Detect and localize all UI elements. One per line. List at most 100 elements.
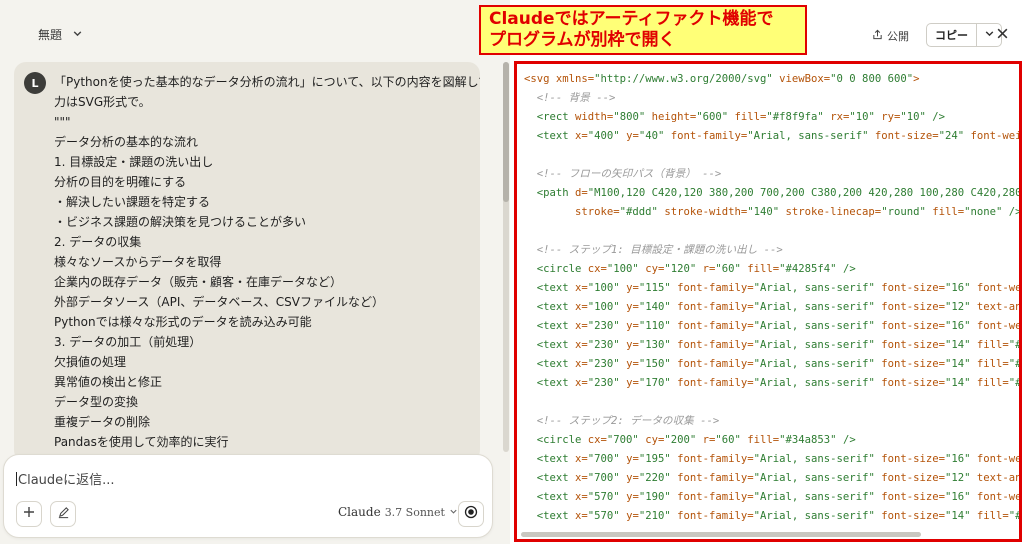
code-line bbox=[524, 146, 1019, 165]
code-token: /> bbox=[836, 434, 856, 446]
model-name: Claude bbox=[338, 505, 381, 519]
code-token: "220" bbox=[638, 472, 671, 484]
code-token: /> bbox=[925, 111, 946, 123]
message-line: 分析の目的を明確にする bbox=[54, 175, 187, 189]
code-token: "http://www.w3.org/2000/svg" bbox=[594, 73, 773, 85]
code-token: r= bbox=[696, 434, 716, 446]
avatar: L bbox=[24, 72, 46, 94]
code-token: "#555 bbox=[1008, 377, 1022, 389]
code-horizontal-scrollbar[interactable] bbox=[521, 532, 921, 537]
message-line: Pandasを使用して効率的に実行 bbox=[54, 435, 229, 449]
publish-button[interactable]: 公開 bbox=[872, 28, 909, 44]
message-line: ・ビジネス課題の解決策を見つけることが多い bbox=[54, 215, 307, 229]
share-icon bbox=[872, 29, 883, 43]
code-token: <text bbox=[524, 472, 576, 484]
code-token: "16" bbox=[945, 491, 971, 503]
tools-button[interactable] bbox=[50, 501, 76, 527]
code-token: text-ancho bbox=[976, 301, 1022, 313]
code-token: stroke-width= bbox=[657, 206, 748, 218]
message-line: ・解決したい課題を特定する bbox=[54, 195, 211, 209]
code-token: x= bbox=[575, 472, 588, 484]
code-token: "24" bbox=[938, 130, 965, 142]
reply-composer[interactable]: Claudeに返信... Claude 3.7 Sonnet bbox=[3, 454, 493, 538]
code-token: "#ddd" bbox=[619, 206, 658, 218]
code-token: height= bbox=[645, 111, 697, 123]
code-token: cx= bbox=[587, 263, 607, 275]
user-message: L 「Pythonを使った基本的なデータ分析の流れ」について、以下の内容を図解し… bbox=[14, 62, 480, 462]
code-token: font-weigh bbox=[976, 320, 1022, 332]
code-token: <text bbox=[524, 320, 576, 332]
pen-tool-icon bbox=[57, 506, 70, 523]
add-button[interactable] bbox=[16, 501, 42, 527]
code-token: fill= bbox=[740, 263, 780, 275]
code-token: "40" bbox=[638, 130, 665, 142]
code-token: font-family= bbox=[670, 358, 754, 370]
close-artifact-button[interactable] bbox=[996, 26, 1009, 44]
code-line: <circle cx="700" cy="200" r="60" fill="#… bbox=[524, 431, 1019, 450]
code-token: "120" bbox=[664, 263, 697, 275]
code-token: > bbox=[913, 73, 920, 85]
text-caret bbox=[16, 472, 17, 486]
code-token: "170" bbox=[638, 377, 671, 389]
code-token: fill= bbox=[970, 510, 1009, 522]
message-text: 「Pythonを使った基本的なデータ分析の流れ」について、以下の内容を図解して。… bbox=[54, 72, 480, 452]
code-token: font-size= bbox=[874, 301, 945, 313]
code-token: font-family= bbox=[670, 472, 754, 484]
code-token: <!-- ステップ1: 目標設定・課題の洗い出し --> bbox=[524, 244, 783, 256]
plus-icon bbox=[23, 506, 35, 522]
code-token: "60" bbox=[715, 434, 741, 446]
code-token: "16" bbox=[945, 320, 971, 332]
code-token: "14" bbox=[945, 339, 971, 351]
chat-scrollbar[interactable] bbox=[503, 62, 509, 452]
code-token: "Arial, sans-serif" bbox=[753, 301, 875, 313]
code-token: x= bbox=[575, 301, 588, 313]
code-token: <!-- フローの矢印パス（背景） --> bbox=[524, 168, 722, 180]
code-token: "130" bbox=[638, 339, 671, 351]
copy-button[interactable]: コピー bbox=[927, 24, 977, 46]
code-token: font-size= bbox=[874, 339, 945, 351]
code-token: "Arial, sans-serif" bbox=[753, 510, 875, 522]
code-token: "#555 bbox=[1008, 358, 1022, 370]
record-button[interactable] bbox=[458, 501, 484, 527]
reply-input[interactable]: Claudeに返信... bbox=[16, 469, 115, 488]
code-token: font-weight bbox=[970, 130, 1022, 142]
code-token: font-size= bbox=[874, 282, 945, 294]
code-token: <text bbox=[524, 453, 576, 465]
code-token: "400" bbox=[587, 130, 620, 142]
code-token: "#34a853" bbox=[779, 434, 837, 446]
chat-panel: 無題 L 「Pythonを使った基本的なデータ分析の流れ」について、以下の内容を… bbox=[0, 0, 510, 544]
code-line: <text x="570" y="190" font-family="Arial… bbox=[524, 488, 1019, 507]
close-icon bbox=[996, 26, 1009, 44]
code-token: fill= bbox=[925, 206, 965, 218]
code-token: y= bbox=[619, 510, 639, 522]
code-token: "700" bbox=[606, 434, 639, 446]
code-token: "12" bbox=[945, 472, 971, 484]
code-token: "16" bbox=[945, 453, 971, 465]
code-token: font-family= bbox=[670, 282, 754, 294]
code-token: fill= bbox=[970, 377, 1009, 389]
code-token: "700" bbox=[587, 472, 620, 484]
model-selector[interactable]: Claude 3.7 Sonnet bbox=[338, 505, 458, 519]
code-token: fill= bbox=[970, 358, 1009, 370]
message-line: 欠損値の処理 bbox=[54, 355, 127, 369]
code-token: <text bbox=[524, 282, 576, 294]
code-token: y= bbox=[619, 282, 639, 294]
code-line: <!-- ステップ1: 目標設定・課題の洗い出し --> bbox=[524, 241, 1019, 260]
code-token: <text bbox=[524, 510, 576, 522]
code-line: <text x="230" y="150" font-family="Arial… bbox=[524, 355, 1022, 374]
code-token: font-family= bbox=[670, 491, 754, 503]
code-token: font-family= bbox=[670, 320, 754, 332]
artifact-code-viewer[interactable]: <svg xmlns="http://www.w3.org/2000/svg" … bbox=[514, 61, 1022, 542]
code-token: "700" bbox=[587, 453, 620, 465]
code-token: y= bbox=[619, 339, 639, 351]
code-token: "10" bbox=[900, 111, 926, 123]
conversation-title-dropdown[interactable]: 無題 bbox=[38, 26, 83, 43]
chat-scrollbar-thumb[interactable] bbox=[503, 62, 509, 202]
code-token: "Arial, sans-serif" bbox=[753, 339, 875, 351]
code-token: "Arial, sans-serif" bbox=[753, 472, 875, 484]
code-token: font-size= bbox=[874, 472, 945, 484]
code-token: font-size= bbox=[874, 453, 945, 465]
code-token: <text bbox=[524, 339, 576, 351]
code-token: y= bbox=[619, 491, 639, 503]
